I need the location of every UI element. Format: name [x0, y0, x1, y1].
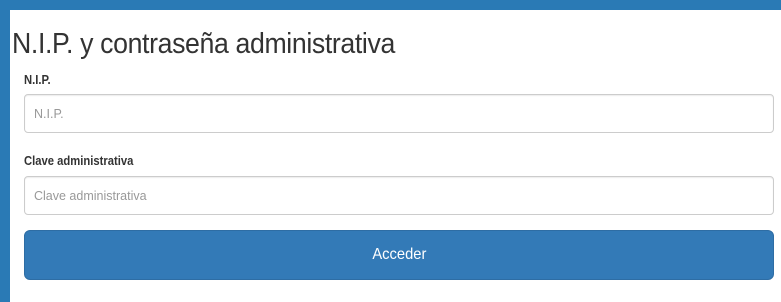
nip-label: N.I.P.: [24, 73, 51, 87]
clave-label: Clave administrativa: [24, 154, 134, 168]
login-panel: N.I.P. y contraseña administrativa N.I.P…: [10, 10, 781, 302]
clave-administrativa-input[interactable]: [24, 176, 774, 215]
page-title: N.I.P. y contraseña administrativa: [12, 28, 395, 60]
nip-input[interactable]: [24, 94, 774, 133]
acceder-button-label: Acceder: [371, 246, 426, 263]
acceder-button[interactable]: Acceder: [24, 230, 774, 280]
